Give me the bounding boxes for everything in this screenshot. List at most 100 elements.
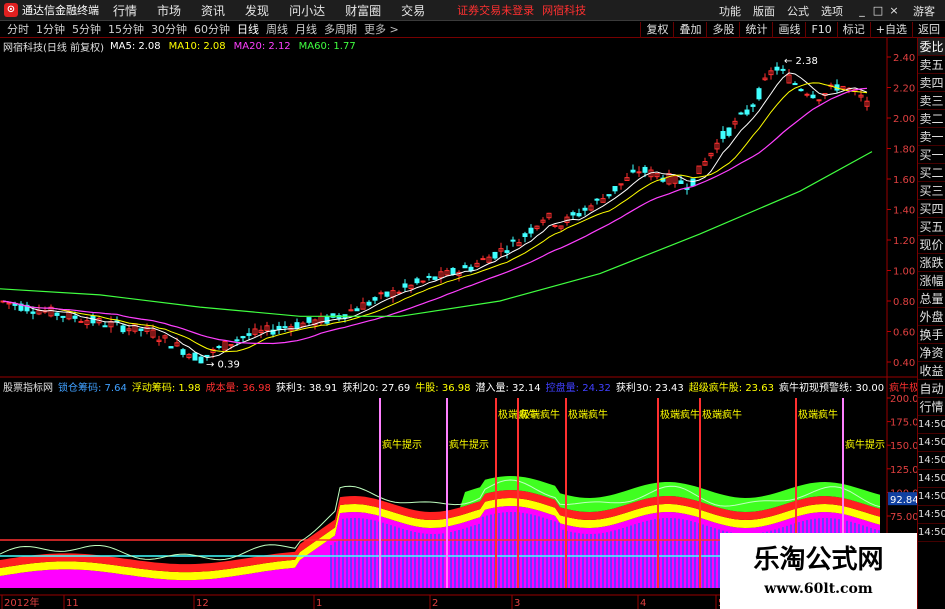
side-panel-item[interactable]: 买二 <box>918 164 945 182</box>
candle-body <box>810 94 816 99</box>
period-monthly[interactable]: 月线 <box>295 21 317 37</box>
candle-body <box>402 283 408 288</box>
indicator-item: 锁仓筹码: 7.64 <box>58 382 127 394</box>
side-panel-item[interactable]: 14:50 <box>918 452 945 470</box>
period-daily[interactable]: 日线 <box>237 21 259 37</box>
side-panel-item[interactable]: 买三 <box>918 182 945 200</box>
multi-stock-button[interactable]: 多股 <box>706 21 739 38</box>
candle-body <box>180 349 186 355</box>
overlay-button[interactable]: 叠加 <box>673 21 706 38</box>
kline-chart[interactable]: 疯牛提示疯牛提示极端疯牛极端疯牛极端疯牛极端疯牛极端疯牛极端疯牛疯牛提示 2.4… <box>0 38 945 609</box>
side-panel-item[interactable]: 14:50 <box>918 416 945 434</box>
menu-trade[interactable]: 交易 <box>401 2 425 19</box>
volume-bar <box>514 512 516 588</box>
volume-bar <box>362 518 364 588</box>
side-panel-item[interactable]: 卖二 <box>918 110 945 128</box>
menu-ask[interactable]: 问小达 <box>289 2 325 19</box>
menu-quotes[interactable]: 行情 <box>113 2 137 19</box>
volume-bar <box>354 518 356 588</box>
side-panel-item[interactable]: 外盘 <box>918 308 945 326</box>
side-panel-item[interactable]: 自动 <box>918 380 945 398</box>
volume-bar <box>346 518 348 588</box>
side-panel-item[interactable]: 总量 <box>918 290 945 308</box>
volume-bar <box>650 519 652 588</box>
side-panel-item[interactable]: 14:50 <box>918 488 945 506</box>
period-15min[interactable]: 15分钟 <box>108 21 144 37</box>
draw-line-button[interactable]: 画线 <box>772 21 805 38</box>
volume-bar <box>682 519 684 588</box>
f10-button[interactable]: F10 <box>805 21 836 38</box>
period-timeshare[interactable]: 分时 <box>7 21 29 37</box>
volume-bar <box>582 533 584 588</box>
period-60min[interactable]: 60分钟 <box>194 21 230 37</box>
side-panel-item[interactable]: 买四 <box>918 200 945 218</box>
ma10-label: MA10: 2.08 <box>168 40 226 52</box>
indicator-name[interactable]: 股票指标网 <box>3 379 53 394</box>
statistics-button[interactable]: 统计 <box>739 21 772 38</box>
volume-bar <box>374 520 376 588</box>
period-1min[interactable]: 1分钟 <box>36 21 65 37</box>
time-tick-label: 12 <box>196 598 209 609</box>
candle-body <box>738 112 744 115</box>
menu-discover[interactable]: 发现 <box>245 2 269 19</box>
menu-market[interactable]: 市场 <box>157 2 181 19</box>
minimize-icon[interactable]: _ <box>855 4 869 17</box>
mark-button[interactable]: 标记 <box>836 21 870 38</box>
current-value-label: 92.84 <box>890 495 919 506</box>
side-panel-item[interactable]: 14:50 <box>918 506 945 524</box>
period-weekly[interactable]: 周线 <box>266 21 288 37</box>
close-icon[interactable]: × <box>887 4 901 17</box>
side-panel-item[interactable]: 净资 <box>918 344 945 362</box>
volume-bar <box>466 527 468 588</box>
menu-layout[interactable]: 版面 <box>753 3 775 19</box>
volume-bar <box>654 519 656 588</box>
price-tick-label: 1.40 <box>893 206 915 217</box>
period-more[interactable]: 更多 > <box>364 21 399 37</box>
menu-options[interactable]: 选项 <box>821 3 843 19</box>
trade-login-notice[interactable]: 证券交易未登录 <box>457 2 534 18</box>
side-panel-item[interactable]: 涨跌 <box>918 254 945 272</box>
side-panel-item[interactable]: 买五 <box>918 218 945 236</box>
period-multi[interactable]: 多周期 <box>324 21 357 37</box>
side-panel-item[interactable]: 卖五 <box>918 56 945 74</box>
candle-body <box>240 336 246 339</box>
candle-body <box>570 212 576 216</box>
side-panel-item[interactable]: 14:50 <box>918 434 945 452</box>
guest-user[interactable]: 游客 <box>913 3 935 19</box>
candle-body <box>510 239 516 242</box>
back-button[interactable]: 返回 <box>912 21 945 38</box>
side-panel-item[interactable]: 行情 <box>918 398 945 416</box>
side-panel-item[interactable]: 14:50 <box>918 470 945 488</box>
candle-body <box>744 109 750 115</box>
add-watchlist-button[interactable]: +自选 <box>869 21 912 38</box>
side-panel-item[interactable]: 卖三 <box>918 92 945 110</box>
period-5min[interactable]: 5分钟 <box>72 21 101 37</box>
volume-bar <box>394 526 396 588</box>
side-panel-item[interactable]: 收益 <box>918 362 945 380</box>
menu-formula[interactable]: 公式 <box>787 3 809 19</box>
side-panel-item[interactable]: 涨幅 <box>918 272 945 290</box>
side-panel-item[interactable]: 换手 <box>918 326 945 344</box>
side-panel-item[interactable]: 委比 <box>918 38 945 56</box>
menu-function[interactable]: 功能 <box>719 3 741 19</box>
time-tick-label: 11 <box>66 598 79 609</box>
volume-bar <box>554 521 556 588</box>
side-panel-item[interactable]: 买一 <box>918 146 945 164</box>
price-tick-label: 0.40 <box>893 358 915 369</box>
side-panel-item[interactable]: 卖一 <box>918 128 945 146</box>
ma60-line <box>0 151 873 317</box>
side-panel-item[interactable]: 14:50 <box>918 524 945 542</box>
period-30min[interactable]: 30分钟 <box>151 21 187 37</box>
watermark-url: www.60lt.com <box>764 581 873 597</box>
restore-rights-button[interactable]: 复权 <box>640 21 673 38</box>
indicator-tick-label: 150.0 <box>890 441 919 452</box>
watermark: 乐淘公式网 www.60lt.com <box>720 533 917 609</box>
indicator-tick-label: 175.0 <box>890 418 919 429</box>
menu-wealth[interactable]: 财富圈 <box>345 2 381 19</box>
volume-bar <box>546 518 548 588</box>
side-panel-item[interactable]: 现价 <box>918 236 945 254</box>
candle-body <box>792 83 798 86</box>
side-panel-item[interactable]: 卖四 <box>918 74 945 92</box>
maximize-icon[interactable]: □ <box>871 4 885 17</box>
menu-news[interactable]: 资讯 <box>201 2 225 19</box>
